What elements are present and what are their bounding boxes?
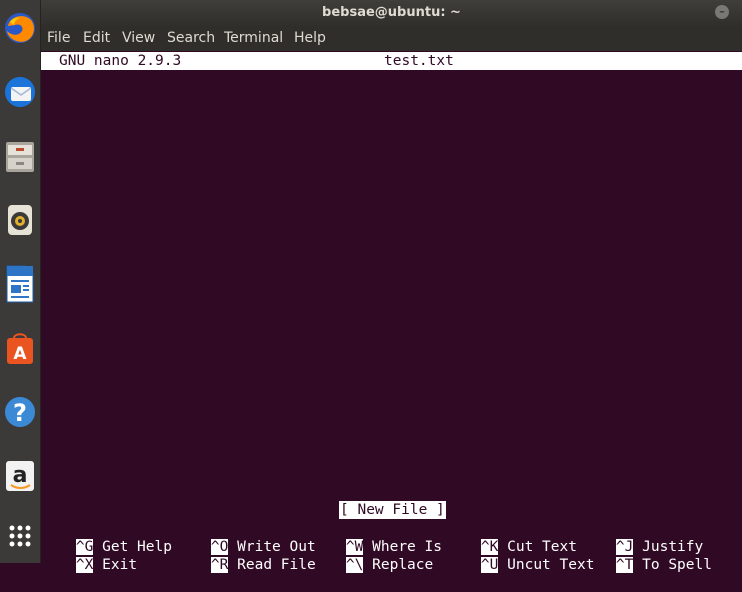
thunderbird-launcher[interactable]: [0, 68, 40, 120]
shortcut-key: ^T: [615, 557, 634, 573]
software-center-icon: A: [3, 330, 37, 370]
files-icon: [3, 138, 37, 178]
firefox-launcher[interactable]: [0, 4, 40, 56]
shortcut-cut-text: ^K Cut Text: [446, 520, 577, 555]
window-title: bebsae@ubuntu: ~: [322, 5, 461, 20]
files-launcher[interactable]: [0, 132, 40, 184]
shortcut-key: ^X: [75, 557, 94, 573]
terminal-area[interactable]: GNU nano 2.9.3 test.txt [ New File ] ^G …: [41, 51, 742, 573]
software-launcher[interactable]: A: [0, 324, 40, 376]
help-icon: ?: [2, 394, 38, 434]
show-applications-button[interactable]: [0, 512, 40, 564]
nano-status-message: [ New File ]: [339, 501, 446, 519]
svg-text:?: ?: [13, 399, 27, 427]
menu-terminal[interactable]: Terminal: [224, 30, 283, 46]
menu-file[interactable]: File: [47, 30, 70, 46]
shortcut-label: Read File: [237, 557, 316, 573]
amazon-launcher[interactable]: a: [0, 452, 40, 504]
nano-header-bar: GNU nano 2.9.3 test.txt: [41, 52, 742, 70]
nano-version: GNU nano 2.9.3: [59, 53, 182, 69]
shortcut-to-spell: ^T To Spell: [581, 538, 712, 573]
terminal-menubar: File Edit View Search Terminal Help: [41, 27, 742, 51]
menu-edit[interactable]: Edit: [83, 30, 110, 46]
launcher-dock: A ? a: [0, 0, 41, 563]
window-titlebar: bebsae@ubuntu: ~ –: [41, 0, 742, 27]
shortcut-key: ^R: [210, 557, 229, 573]
firefox-icon: [2, 10, 38, 50]
nano-filename: test.txt: [384, 53, 454, 69]
help-launcher[interactable]: ?: [0, 388, 40, 440]
app-grid-icon: [8, 524, 32, 552]
shortcut-read-file: ^R Read File: [176, 538, 316, 573]
shortcut-label: Exit: [102, 557, 138, 573]
shortcut-where-is: ^W Where Is: [311, 520, 442, 555]
libreoffice-writer-icon: [3, 264, 37, 308]
menu-view[interactable]: View: [122, 30, 155, 46]
shortcut-exit: ^X Exit: [41, 538, 137, 573]
shortcut-label: Replace: [372, 557, 434, 573]
shortcut-label: To Spell: [642, 557, 712, 573]
thunderbird-icon: [2, 74, 38, 114]
amazon-icon: a: [3, 458, 37, 498]
menu-help[interactable]: Help: [294, 30, 326, 46]
svg-text:A: A: [13, 344, 27, 364]
shortcut-write-out: ^O Write Out: [176, 520, 316, 555]
minimize-button[interactable]: –: [715, 5, 729, 19]
shortcut-get-help: ^G Get Help: [41, 520, 172, 555]
rhythmbox-icon: [3, 202, 37, 242]
shortcut-replace: ^\ Replace: [311, 538, 433, 573]
writer-launcher[interactable]: [0, 260, 40, 312]
shortcut-justify: ^J Justify: [581, 520, 703, 555]
svg-text:a: a: [13, 463, 28, 488]
shortcut-uncut-text: ^U Uncut Text: [446, 538, 594, 573]
shortcut-key: ^\: [345, 557, 364, 573]
shortcut-key: ^U: [480, 557, 499, 573]
rhythmbox-launcher[interactable]: [0, 196, 40, 248]
menu-search[interactable]: Search: [167, 30, 215, 46]
